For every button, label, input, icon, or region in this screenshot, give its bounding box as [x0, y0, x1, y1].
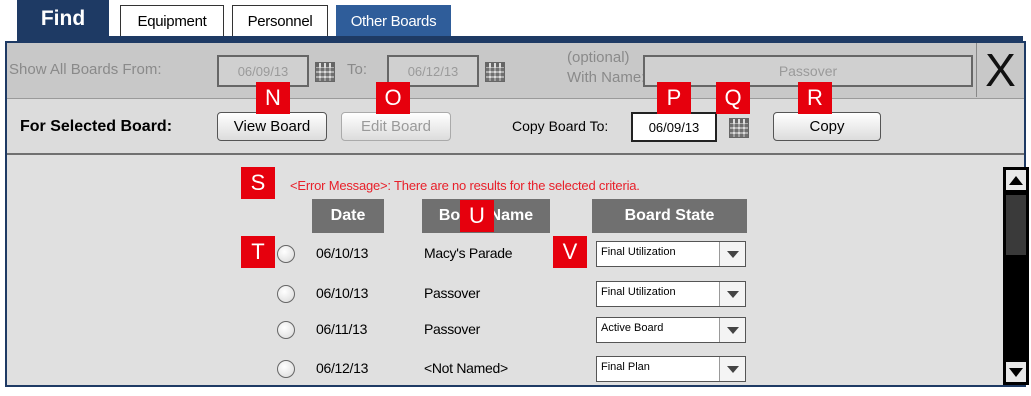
row-board-name: <Not Named> [424, 360, 508, 376]
tab-strip: Find Equipment Personnel Other Boards [0, 0, 1031, 42]
chevron-down-icon[interactable] [719, 357, 745, 381]
row-state-select[interactable]: Final Utilization [596, 241, 746, 267]
row-state-value: Final Utilization [601, 286, 676, 298]
to-label: To: [347, 61, 368, 78]
row-date: 06/12/13 [316, 360, 369, 376]
error-message: <Error Message>: There are no results fo… [290, 178, 640, 193]
tab-personnel[interactable]: Personnel [232, 5, 328, 37]
callout-v: V [553, 236, 587, 268]
actions-row: For Selected Board: View Board Edit Boar… [7, 99, 1024, 155]
results-scrollbar[interactable] [1003, 167, 1029, 385]
row-board-name: Passover [424, 285, 480, 301]
callout-n: N [256, 82, 290, 114]
edit-board-button[interactable]: Edit Board [341, 112, 451, 141]
to-calendar-icon[interactable] [485, 62, 505, 82]
scroll-thumb[interactable] [1006, 195, 1026, 255]
row-radio[interactable] [277, 360, 295, 378]
error-prefix: <Error Message>: [290, 178, 391, 193]
header-date: Date [312, 199, 384, 233]
filter-row: Show All Boards From: 06/09/13 To: 06/12… [7, 43, 1024, 99]
copy-calendar-icon[interactable] [729, 118, 749, 138]
with-name-label: With Name: [567, 69, 646, 86]
from-calendar-icon[interactable] [315, 62, 335, 82]
scroll-up-icon[interactable] [1006, 170, 1026, 190]
tab-equipment[interactable]: Equipment [120, 5, 224, 37]
callout-s: S [241, 167, 275, 199]
chevron-down-icon[interactable] [719, 318, 745, 342]
row-state-select[interactable]: Final Utilization [596, 281, 746, 307]
callout-u: U [460, 200, 494, 232]
copy-date-field[interactable]: 06/09/13 [631, 112, 717, 142]
row-radio[interactable] [277, 321, 295, 339]
row-state-value: Final Plan [601, 361, 650, 373]
error-text: There are no results for the selected cr… [394, 178, 640, 193]
copy-button[interactable]: Copy [773, 112, 881, 141]
close-button[interactable]: X [976, 43, 1024, 97]
scroll-down-icon[interactable] [1006, 362, 1026, 382]
show-from-label: Show All Boards From: [9, 61, 162, 78]
tab-other-boards[interactable]: Other Boards [336, 5, 451, 37]
row-state-value: Active Board [601, 322, 664, 334]
callout-t: T [241, 236, 275, 268]
row-date: 06/10/13 [316, 245, 369, 261]
copy-to-label: Copy Board To: [512, 118, 609, 134]
row-radio[interactable] [277, 285, 295, 303]
chevron-down-icon[interactable] [719, 242, 745, 266]
row-state-value: Final Utilization [601, 246, 676, 258]
row-state-select[interactable]: Final Plan [596, 356, 746, 382]
row-date: 06/10/13 [316, 285, 369, 301]
for-selected-label: For Selected Board: [20, 118, 173, 135]
find-title: Find [17, 0, 109, 37]
row-board-name: Passover [424, 321, 480, 337]
header-board-state: Board State [592, 199, 747, 233]
row-radio[interactable] [277, 245, 295, 263]
callout-p: P [657, 82, 691, 114]
chevron-down-icon[interactable] [719, 282, 745, 306]
view-board-button[interactable]: View Board [217, 112, 327, 141]
row-date: 06/11/13 [316, 321, 368, 337]
row-state-select[interactable]: Active Board [596, 317, 746, 343]
optional-label: (optional) [567, 49, 630, 66]
callout-r: R [798, 82, 832, 114]
callout-o: O [376, 82, 410, 114]
row-board-name: Macy's Parade [424, 245, 513, 261]
callout-q: Q [716, 82, 750, 114]
